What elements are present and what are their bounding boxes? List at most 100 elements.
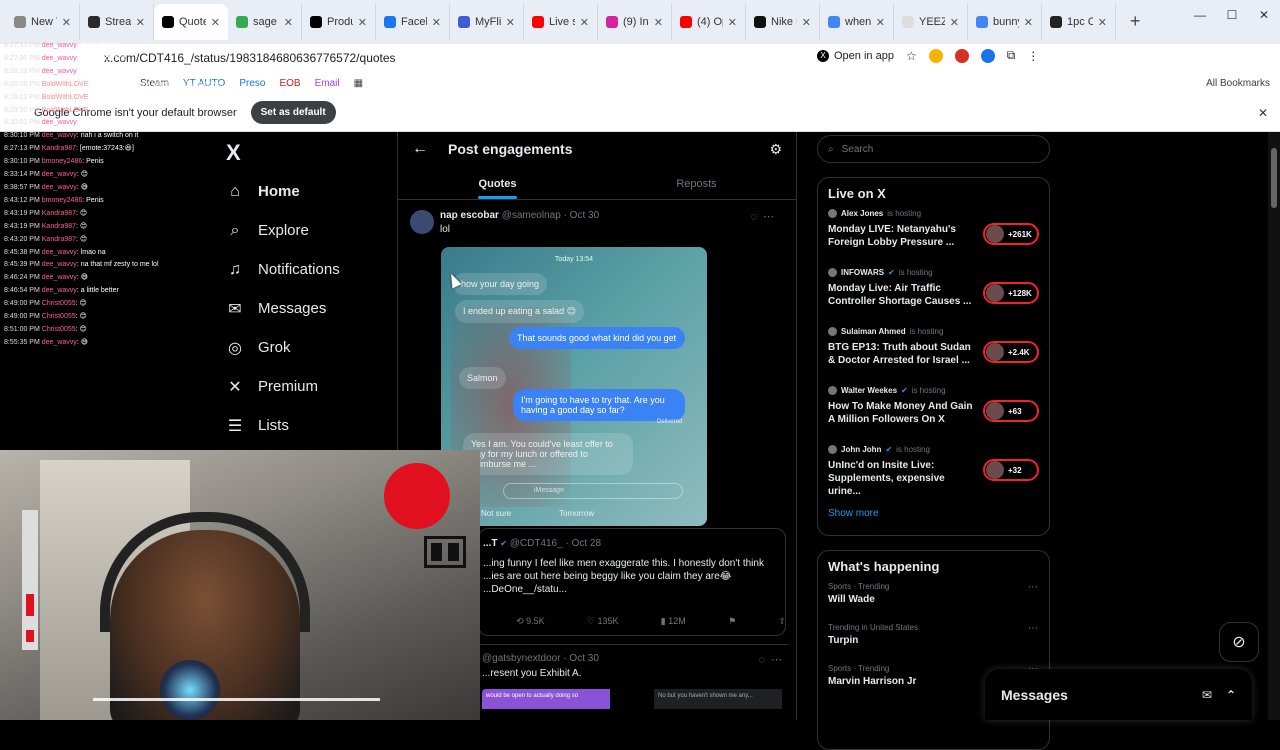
author-name[interactable]: nap escobar [440,210,499,221]
tab-reposts[interactable]: Reposts [597,166,796,199]
minimize-icon[interactable]: — [1184,0,1216,30]
quoted-text: ...ing funny I feel like men exaggerate … [483,558,764,595]
scrollbar-thumb[interactable] [1271,148,1277,208]
nav-item-notifications[interactable]: ♫ Notifications [226,250,340,289]
browser-tab[interactable]: New Tab ✕ [6,4,80,40]
browser-tab[interactable]: Live stre ✕ [524,4,598,40]
nav-item-grok[interactable]: ◎ Grok [226,328,340,367]
compose-message-icon[interactable]: ✉ [1202,688,1212,702]
quote-post[interactable]: @gatsbynextdoor · Oct 30 ◌⋯ ...resent yo… [478,644,788,709]
more-icon[interactable]: ⋯ [763,211,780,223]
browser-tab[interactable]: Produce ✕ [302,4,376,40]
browser-tab[interactable]: (4) Ope ✕ [672,4,746,40]
post-image-right[interactable]: No but you haven't shown me any... [654,689,782,709]
close-icon[interactable]: ✕ [1258,106,1268,120]
share-icon[interactable]: ⇪ [778,616,786,627]
open-in-app-button[interactable]: X Open in app [817,49,894,62]
live-broadcast-item[interactable]: INFOWARS ✔ is hosting Monday Live: Air Traf… [828,268,1039,327]
new-tab-button[interactable]: + [1130,11,1141,32]
browser-tab[interactable]: (9) Insta ✕ [598,4,672,40]
bookmark-email[interactable]: Email [315,78,340,89]
close-tab-icon[interactable]: ✕ [876,16,885,29]
live-broadcast-item[interactable]: John John ✔ is hosting UnInc'd on Insite Li… [828,445,1039,504]
extension-icon[interactable] [980,48,995,63]
close-tab-icon[interactable]: ✕ [1098,16,1107,29]
post-image-left[interactable]: would be open to actually doing so [482,689,610,709]
nav-item-lists[interactable]: ☰ Lists [226,406,340,445]
chat-username: dee_wavvy [41,183,77,191]
browser-tab[interactable]: bunny ✕ [968,4,1042,40]
back-arrow-icon[interactable]: ← [412,140,428,158]
maximize-icon[interactable]: ☐ [1216,0,1248,30]
browser-tab[interactable]: sage ✕ [228,4,302,40]
grok-floating-button[interactable]: ⊘ [1219,622,1259,662]
post-date[interactable]: Oct 30 [570,210,599,221]
browser-tab[interactable]: Nike M ✕ [746,4,820,40]
grok-icon[interactable]: ◌ [758,654,771,666]
more-icon[interactable]: ⋯ [1028,582,1039,593]
chat-message: 8:46:24 PM dee_wavvy: 😅 [4,274,88,282]
close-tab-icon[interactable]: ✕ [284,16,293,29]
more-icon[interactable]: ⋯ [771,654,788,666]
trend-item[interactable]: Trending in United States Turpin ⋯ [828,623,1039,664]
close-tab-icon[interactable]: ✕ [62,16,71,29]
close-tab-icon[interactable]: ✕ [580,16,589,29]
close-tab-icon[interactable]: ✕ [506,16,515,29]
set-default-button[interactable]: Set as default [250,101,336,124]
extensions-puzzle-icon[interactable]: ⧉ [1007,48,1016,63]
bookmark-eob[interactable]: EOB [279,78,300,89]
extension-icon[interactable] [954,48,969,63]
close-tab-icon[interactable]: ✕ [211,16,220,29]
browser-tab[interactable]: when d ✕ [820,4,894,40]
chat-text: 😊 [79,313,87,321]
browser-tab[interactable]: 1pc Cut ✕ [1042,4,1116,40]
browser-tab[interactable]: MyFlixe ✕ [450,4,524,40]
expand-chevron-icon[interactable]: ⌃ [1226,688,1236,702]
views-button[interactable]: ▮ 12M [661,616,686,627]
browser-tab[interactable]: Stream ✕ [80,4,154,40]
filter-sliders-icon[interactable]: ⚙ [769,141,782,158]
trend-item[interactable]: Sports · Trending Will Wade ⋯ [828,582,1039,623]
x-logo[interactable]: X [226,140,241,166]
close-tab-icon[interactable]: ✕ [802,16,811,29]
close-window-icon[interactable]: ✕ [1248,0,1280,30]
live-broadcast-item[interactable]: Alex Jones is hosting Monday LIVE: Netanya… [828,209,1039,268]
nav-item-home[interactable]: ⌂ Home [226,172,340,211]
author-handle[interactable]: @sameolnap [502,210,561,221]
apps-grid-icon[interactable]: ▦ [354,78,363,89]
live-broadcast-item[interactable]: Sulaiman Ahmed is hosting BTG EP13: Truth … [828,327,1039,386]
search-input[interactable]: ⌕ Search [817,135,1050,163]
close-tab-icon[interactable]: ✕ [136,16,145,29]
post-date[interactable]: Oct 30 [569,653,598,664]
close-tab-icon[interactable]: ✕ [728,16,737,29]
close-tab-icon[interactable]: ✕ [432,16,441,29]
more-icon[interactable]: ⋯ [1028,623,1039,634]
post-image-imessage-screenshot[interactable]: Today 13:54 how your day going I ended u… [441,247,707,526]
tab-quotes[interactable]: Quotes [398,166,597,199]
browser-tab[interactable]: YEEZY ✕ [894,4,968,40]
extension-icon[interactable] [928,48,943,63]
live-broadcast-item[interactable]: Walter Weekes ✔ is hosting How To Make Mone… [828,386,1039,445]
nav-item-explore[interactable]: ⌕ Explore [226,211,340,250]
author-handle[interactable]: @gatsbynextdoor [482,653,561,664]
page-scrollbar[interactable] [1268,132,1280,720]
bookmark-star-icon[interactable]: ☆ [906,49,917,63]
nav-item-messages[interactable]: ✉ Messages [226,289,340,328]
close-tab-icon[interactable]: ✕ [654,16,663,29]
bookmark-icon[interactable]: ⚑ [728,616,736,627]
browser-tab[interactable]: Quotes ✕ [154,4,228,40]
repost-button[interactable]: ⟲ 9.5K [516,616,545,627]
messages-drawer[interactable]: Messages ✉ ⌃ [985,669,1252,720]
like-button[interactable]: ♡ 135K [587,616,619,627]
grok-icon[interactable]: ◌ [750,211,763,223]
all-bookmarks-button[interactable]: All Bookmarks [1206,78,1270,89]
avatar[interactable] [410,210,434,234]
close-tab-icon[interactable]: ✕ [950,16,959,29]
bookmark-preso[interactable]: Preso [239,78,265,89]
close-tab-icon[interactable]: ✕ [358,16,367,29]
close-tab-icon[interactable]: ✕ [1024,16,1033,29]
browser-tab[interactable]: Faceboo ✕ [376,4,450,40]
profile-menu-icon[interactable]: ⋮ [1027,49,1039,63]
show-more-link[interactable]: Show more [828,504,1039,527]
nav-item-premium[interactable]: ✕ Premium [226,367,340,406]
